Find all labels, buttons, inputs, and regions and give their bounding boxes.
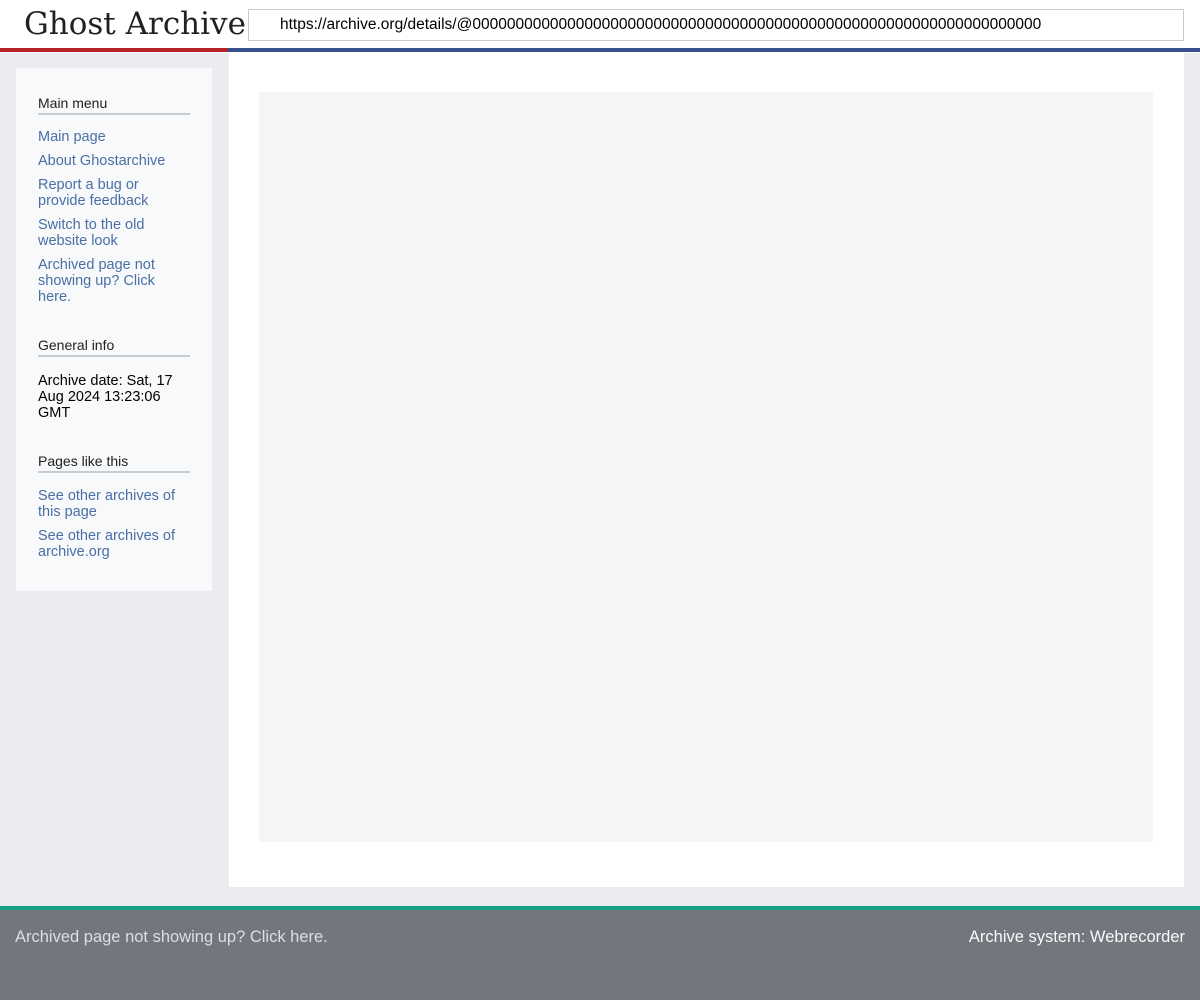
archived-page-frame[interactable]: [259, 92, 1153, 842]
main-menu-title: Main menu: [38, 94, 190, 115]
general-info-title: General info: [38, 336, 190, 357]
pages-like-this-title: Pages like this: [38, 452, 190, 473]
report-bug-link[interactable]: Report a bug or provide feedback: [38, 177, 190, 209]
pages-like-this-section: Pages like this See other archives of th…: [38, 452, 190, 568]
main-menu-list: Main page About Ghostarchive Report a bu…: [38, 129, 190, 305]
url-input[interactable]: [248, 9, 1184, 41]
nav-item: Switch to the old website look: [38, 217, 190, 249]
archive-date: Archive date: Sat, 17 Aug 2024 13:23:06 …: [38, 373, 173, 421]
nav-item: Report a bug or provide feedback: [38, 177, 190, 209]
main-content: [229, 53, 1184, 887]
nav-item: See other archives of archive.org: [38, 528, 190, 560]
nav-item: About Ghostarchive: [38, 153, 190, 169]
other-archives-page-link[interactable]: See other archives of this page: [38, 488, 190, 520]
header-accent-blue: [228, 48, 1200, 52]
pages-like-this-list: See other archives of this page See othe…: [38, 488, 190, 560]
nav-item: Archived page not showing up? Click here…: [38, 257, 190, 305]
main-page-link[interactable]: Main page: [38, 129, 190, 145]
archived-not-showing-link[interactable]: Archived page not showing up? Click here…: [38, 257, 190, 305]
main-menu-section: Main menu Main page About Ghostarchive R…: [38, 94, 190, 313]
general-info-section: General info Archive date: Sat, 17 Aug 2…: [38, 336, 190, 421]
footer-archived-link[interactable]: Archived page not showing up? Click here…: [15, 928, 328, 947]
site-footer: Archived page not showing up? Click here…: [0, 910, 1200, 1000]
site-logo[interactable]: Ghost Archive: [24, 6, 246, 42]
sidebar: Main menu Main page About Ghostarchive R…: [16, 68, 212, 591]
old-look-link[interactable]: Switch to the old website look: [38, 217, 190, 249]
other-archives-site-link[interactable]: See other archives of archive.org: [38, 528, 190, 560]
about-link[interactable]: About Ghostarchive: [38, 153, 190, 169]
site-header: Ghost Archive: [0, 0, 1200, 53]
archive-system-text: Archive system: Webrecorder: [968, 928, 1185, 946]
header-accent-red: [0, 48, 228, 52]
nav-item: Main page: [38, 129, 190, 145]
nav-item: See other archives of this page: [38, 488, 190, 520]
